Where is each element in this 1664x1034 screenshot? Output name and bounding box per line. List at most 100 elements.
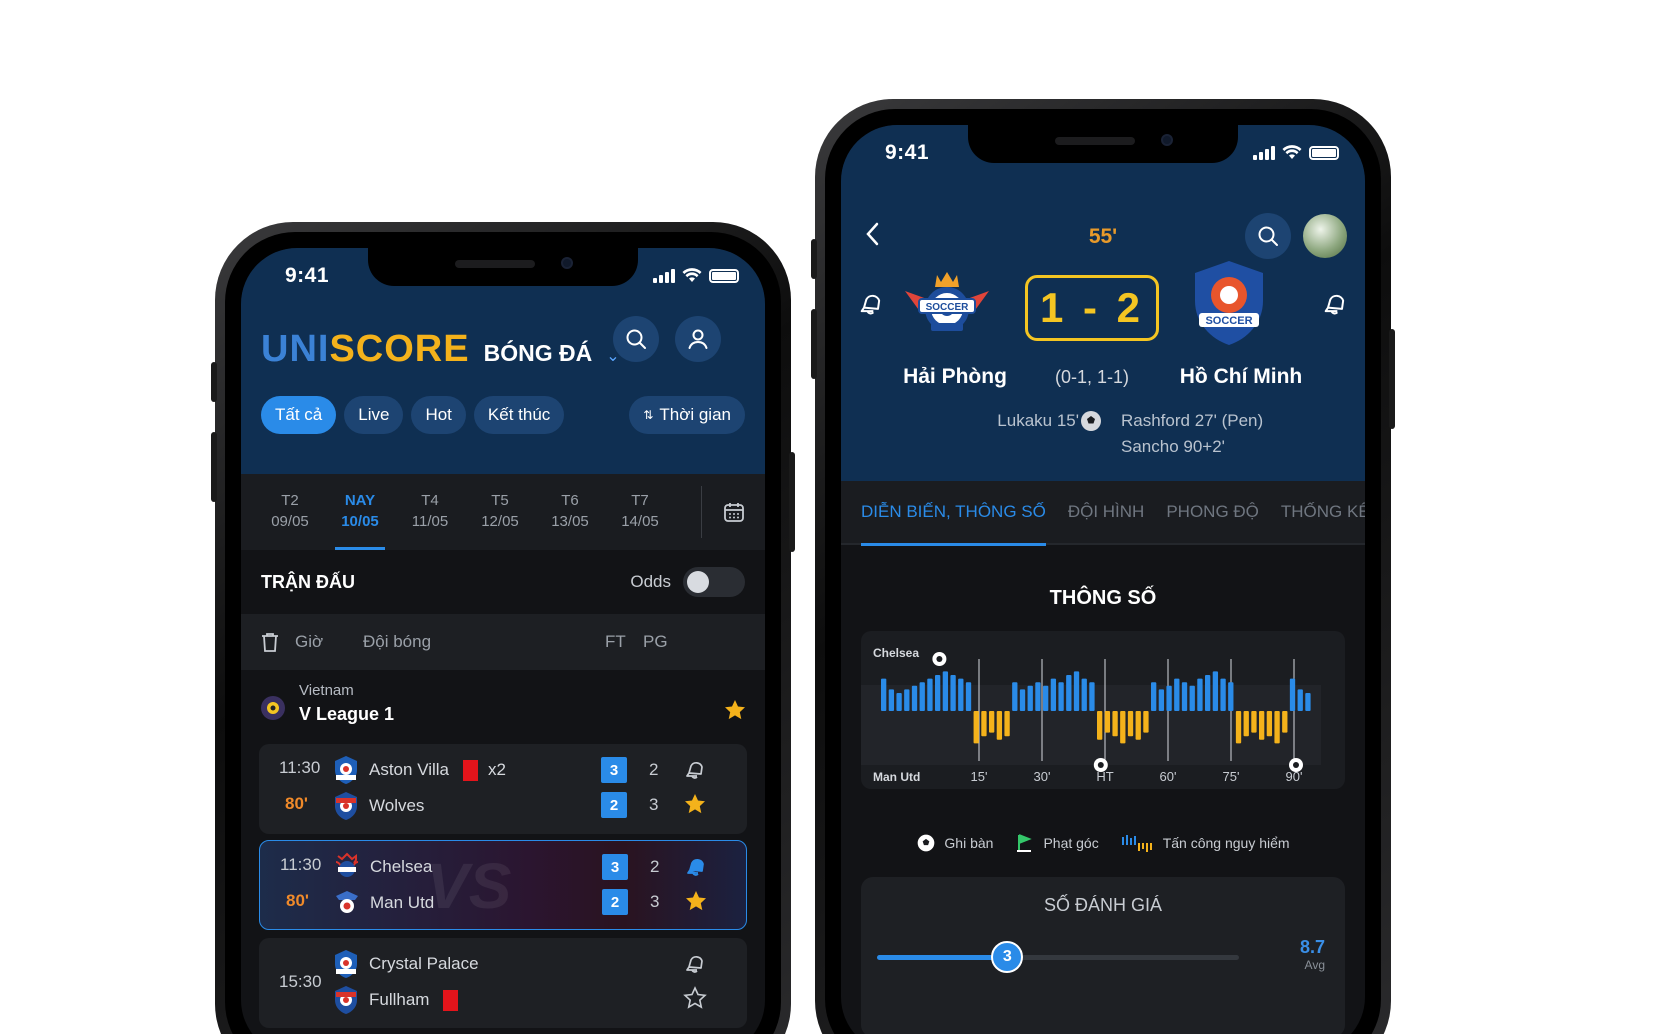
chart-x-tick: 30' bbox=[1034, 769, 1051, 784]
chelsea-attack-bar bbox=[1220, 678, 1226, 711]
chelsea-attack-bar bbox=[1297, 689, 1303, 711]
filter-finished[interactable]: Kết thúc bbox=[473, 396, 565, 434]
search-button[interactable] bbox=[1245, 213, 1291, 259]
odds-toggle[interactable] bbox=[683, 567, 745, 597]
ball-icon bbox=[1081, 411, 1101, 431]
chelsea-attack-bar bbox=[1305, 693, 1311, 711]
goal-marker-bottom-center bbox=[1293, 762, 1299, 768]
team-crest-icon bbox=[335, 986, 357, 1014]
manutd-attack-bar bbox=[1127, 711, 1134, 737]
rating-value: 8.7 Avg bbox=[1300, 937, 1325, 972]
star-filled-icon[interactable] bbox=[683, 792, 707, 816]
chelsea-attack-bar bbox=[896, 693, 902, 711]
rating-score-label: Avg bbox=[1304, 958, 1325, 972]
chart-x-tick: 15' bbox=[971, 769, 988, 784]
bell-icon[interactable] bbox=[857, 289, 885, 317]
rating-card: SỐ ĐÁNH GIÁ 3 8.7 Avg bbox=[861, 877, 1345, 1034]
manutd-attack-bar bbox=[973, 711, 979, 744]
manutd-attack-bar bbox=[1097, 711, 1103, 740]
bell-active-icon[interactable] bbox=[684, 854, 708, 878]
chelsea-attack-bar bbox=[1212, 671, 1219, 711]
date-item[interactable]: T5 12/05 bbox=[465, 474, 535, 550]
filter-hot[interactable]: Hot bbox=[411, 396, 466, 434]
home-ft-score: 3 bbox=[602, 854, 628, 880]
away-team: Man Utd bbox=[334, 885, 434, 921]
rating-slider-knob[interactable]: 3 bbox=[991, 941, 1024, 973]
bell-icon[interactable] bbox=[1321, 289, 1349, 317]
match-row[interactable]: 15:30 Crystal Palace Fullham bbox=[259, 938, 747, 1028]
wifi-icon bbox=[1282, 145, 1302, 159]
goal-marker-bottom-center bbox=[1097, 762, 1104, 768]
red-card-count: x2 bbox=[488, 760, 506, 779]
home-team-logo-icon: SOCCER bbox=[905, 272, 989, 331]
away-team-name: Hồ Chí Minh bbox=[1179, 365, 1303, 388]
match-minute: 80' bbox=[286, 891, 309, 910]
chelsea-attack-bar bbox=[1151, 682, 1157, 711]
chelsea-attack-bar bbox=[1089, 682, 1095, 711]
match-row-highlighted[interactable]: VS 11:30 80' Chelsea Man Utd 3 2 2 3 bbox=[259, 840, 747, 930]
away-team: Wolves bbox=[333, 788, 424, 824]
search-icon bbox=[1258, 226, 1278, 246]
chelsea-attack-bar bbox=[1066, 675, 1072, 711]
battery-icon bbox=[1309, 145, 1339, 160]
trash-icon[interactable] bbox=[259, 631, 281, 653]
bell-icon[interactable] bbox=[683, 951, 707, 975]
away-ft-score: 2 bbox=[602, 889, 628, 915]
chelsea-attack-bar bbox=[888, 689, 895, 711]
search-button[interactable] bbox=[613, 316, 659, 362]
calendar-icon bbox=[723, 503, 744, 522]
tab-statistics[interactable]: THỐNG KÊ bbox=[1281, 480, 1365, 544]
sort-icon: ⇅ bbox=[643, 408, 654, 422]
home-team: Aston Villa x2 bbox=[333, 752, 506, 788]
profile-button[interactable] bbox=[675, 316, 721, 362]
avatar[interactable] bbox=[1303, 214, 1347, 258]
rating-slider[interactable]: 3 bbox=[877, 941, 1239, 973]
chelsea-attack-bar bbox=[904, 689, 910, 711]
date-item[interactable]: T6 13/05 bbox=[535, 474, 605, 550]
manutd-attack-bar bbox=[1143, 711, 1149, 733]
chelsea-attack-bar bbox=[965, 682, 972, 711]
chelsea-attack-bar bbox=[958, 678, 964, 711]
home-pg: 2 bbox=[649, 760, 659, 779]
date-selector: T2 09/05 NAY 10/05 T4 11/05 T5 12/05 T6 13/05… bbox=[241, 474, 765, 550]
away-team-logo-icon: SOCCER bbox=[1195, 261, 1263, 345]
away-team-name: Wolves bbox=[369, 796, 425, 815]
filter-all[interactable]: Tất cả bbox=[261, 396, 337, 434]
date-item[interactable]: T2 09/05 bbox=[255, 474, 325, 550]
home-ft-score: 3 bbox=[601, 757, 627, 783]
home-scorers: Lukaku 15' bbox=[997, 411, 1079, 430]
star-filled-icon[interactable] bbox=[723, 698, 747, 722]
momentum-chart-svg: ChelseaMan Utd 15' 30' HT 60' 75' 90' bbox=[861, 646, 1321, 784]
chelsea-attack-bar bbox=[1050, 678, 1057, 711]
tab-events-stats[interactable]: DIỄN BIẾN, THÔNG SỐ bbox=[861, 480, 1046, 546]
chelsea-attack-bar bbox=[1174, 678, 1180, 711]
chelsea-attack-bar bbox=[1081, 678, 1087, 711]
tab-form[interactable]: PHONG ĐỘ bbox=[1166, 480, 1259, 544]
league-name: V League 1 bbox=[299, 704, 395, 724]
calendar-button[interactable] bbox=[701, 486, 765, 538]
home-team-name: Aston Villa bbox=[369, 760, 450, 779]
home-team-name: Hải Phòng bbox=[903, 365, 1007, 388]
filter-live[interactable]: Live bbox=[344, 396, 404, 434]
match-row[interactable]: 11:30 80' Aston Villa x2 Wolves 3 2 2 3 bbox=[259, 744, 747, 834]
home-pg: 2 bbox=[650, 857, 660, 876]
corner-flag-icon bbox=[1017, 834, 1033, 852]
filter-time[interactable]: ⇅ Thời gian bbox=[629, 396, 745, 434]
date-item[interactable]: T4 11/05 bbox=[395, 474, 465, 550]
chelsea-attack-bar bbox=[1035, 682, 1041, 711]
chelsea-attack-bar bbox=[1181, 682, 1188, 711]
manutd-attack-bar bbox=[1135, 711, 1141, 740]
tab-lineup[interactable]: ĐỘI HÌNH bbox=[1068, 480, 1145, 544]
star-outline-icon[interactable] bbox=[683, 986, 707, 1010]
sport-selector[interactable]: BÓNG ĐÁ bbox=[484, 340, 593, 367]
bell-icon[interactable] bbox=[683, 757, 707, 781]
date-item[interactable]: T7 14/05 bbox=[605, 474, 675, 550]
manutd-attack-bar bbox=[1120, 711, 1126, 744]
col-ft: FT bbox=[605, 632, 626, 651]
manutd-attack-bar bbox=[996, 711, 1003, 740]
manutd-attack-bar bbox=[1235, 711, 1242, 744]
momentum-chart: Chelsea Man Utd 15' 30' HT 60' 75' 90' bbox=[861, 631, 1345, 789]
league-logo-icon bbox=[261, 696, 285, 720]
date-item-today[interactable]: NAY 10/05 bbox=[325, 474, 395, 550]
star-filled-icon[interactable] bbox=[684, 889, 708, 913]
